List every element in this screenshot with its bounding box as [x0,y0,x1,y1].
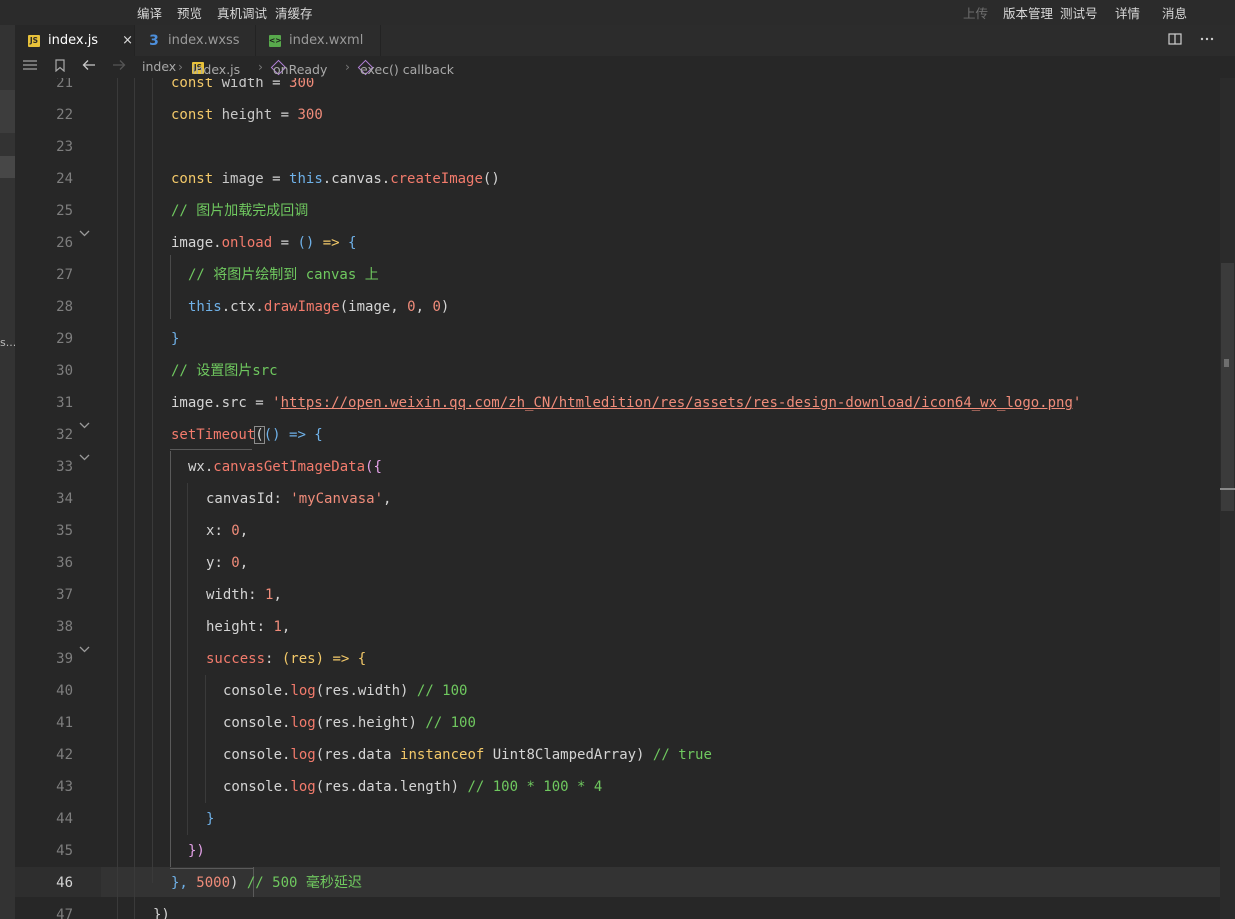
code-line-34: canvasId: 'myCanvasa', [206,491,392,507]
code-line-36: y: 0, [206,555,249,571]
line-number: 37 [56,587,73,603]
code-line-28: this.ctx.drawImage(image, 0, 0) [188,299,450,315]
line-number-gutter: 21 22 23 24 25 26 27 28 29 30 31 32 33 34 35 36 37 38 39 40… [15,78,100,919]
line-number: 32 [56,427,73,443]
code-line-37: width: 1, [206,587,282,603]
list-icon[interactable] [23,59,37,74]
code-line-42: console.log(res.data instanceof Uint8Cla… [223,747,712,763]
preview-menu[interactable]: 预览 [177,3,202,22]
code-editor[interactable]: 21 22 23 24 25 26 27 28 29 30 31 32 33 34 35 36 37 38 39 40… [15,78,1235,919]
line-number: 41 [56,715,73,731]
css-file-icon: 3 [149,32,159,49]
code-line-38: height: 1, [206,619,291,635]
tab-label: index.wxml [289,33,364,48]
breadcrumb: index › JS index.js › onReady › exec() ca… [15,56,1235,78]
line-number: 21 [56,78,73,91]
code-line-43: console.log(res.data.length) // 100 * 10… [223,779,603,795]
js-file-icon: JS [28,34,40,47]
top-menu-bar: 编译 预览 真机调试 清缓存 上传 版本管理 测试号 详情 消息 [0,0,1235,25]
remote-debug-menu[interactable]: 真机调试 [217,3,267,22]
code-line-22: const height = 300 [171,107,323,123]
wxml-file-icon: <> [269,34,282,47]
split-editor-icon[interactable] [1168,32,1182,50]
line-number: 40 [56,683,73,699]
details-menu[interactable]: 详情 [1115,3,1140,22]
line-number: 45 [56,843,73,859]
line-number: 25 [56,203,73,219]
code-line-33: wx.canvasGetImageData({ [188,459,382,475]
code-line-46: }, 5000) // 500 毫秒延迟 [171,875,362,891]
forward-icon[interactable] [112,59,126,74]
messages-menu[interactable]: 消息 [1162,3,1187,22]
vertical-scrollbar[interactable] [1220,78,1235,919]
chevron-right-icon: › [258,59,263,74]
line-number: 46 [56,875,73,891]
line-number: 23 [56,139,73,155]
chevron-right-icon: › [345,59,350,74]
code-line-47: }) [153,907,170,919]
line-number: 24 [56,171,73,187]
bookmark-icon[interactable] [54,59,66,75]
code-line-21: const width = 300 [171,78,315,91]
more-actions-icon[interactable] [1200,32,1214,50]
line-number: 35 [56,523,73,539]
code-line-35: x: 0, [206,523,249,539]
explorer-item-text: s... [0,336,17,349]
code-line-44: } [206,811,215,827]
version-manage-menu[interactable]: 版本管理 [1003,3,1053,22]
code-line-39: success: (res) => { [206,651,367,667]
line-number: 47 [56,907,73,919]
tab-label: index.js [48,33,99,48]
chevron-right-icon: › [178,59,183,74]
line-number: 26 [56,235,73,251]
line-number: 36 [56,555,73,571]
fold-chevron-icon[interactable] [79,643,93,659]
code-line-30: // 设置图片src [171,363,278,379]
tab-label: index.wxss [168,33,240,48]
url-link[interactable]: https://open.weixin.qq.com/zh_CN/htmledi… [281,395,1073,411]
code-line-31: image.src = 'https://open.weixin.qq.com/… [171,395,1082,411]
line-number: 28 [56,299,73,315]
upload-menu[interactable]: 上传 [963,3,988,22]
line-number: 34 [56,491,73,507]
test-account-menu[interactable]: 测试号 [1060,3,1098,22]
line-number: 43 [56,779,73,795]
line-number: 22 [56,107,73,123]
code-line-45: }) [188,843,205,859]
tab-index-js[interactable]: JS index.js × [15,25,135,56]
fold-chevron-icon[interactable] [79,451,93,467]
line-number: 33 [56,459,73,475]
line-number: 38 [56,619,73,635]
code-line-32: setTimeout(() => { [171,426,323,444]
code-line-29: } [171,331,180,347]
close-icon[interactable]: × [122,33,133,48]
line-number: 44 [56,811,73,827]
code-line-24: const image = this.canvas.createImage() [171,171,500,187]
compile-menu[interactable]: 编译 [137,3,162,22]
breadcrumb-folder[interactable]: index [142,59,176,74]
tab-index-wxss[interactable]: 3 index.wxss [135,25,256,56]
line-number: 42 [56,747,73,763]
clear-cache-menu[interactable]: 清缓存 [275,3,313,22]
code-line-27: // 将图片绘制到 canvas 上 [188,267,379,283]
code-line-40: console.log(res.width) // 100 [223,683,468,699]
tab-index-wxml[interactable]: <> index.wxml [256,25,381,56]
fold-chevron-icon[interactable] [79,419,93,435]
line-number: 30 [56,363,73,379]
line-number: 39 [56,651,73,667]
code-line-26: image.onload = () => { [171,235,357,251]
line-number: 31 [56,395,73,411]
back-icon[interactable] [82,59,96,74]
editor-tab-bar: JS index.js × 3 index.wxss <> index.wxml [0,25,1235,56]
code-line-25: // 图片加载完成回调 [171,203,309,219]
code-area[interactable]: const width = 300 const height = 300 con… [101,78,1221,919]
code-line-41: console.log(res.height) // 100 [223,715,476,731]
line-number: 29 [56,331,73,347]
scrollbar-thumb[interactable] [1221,263,1234,511]
line-number: 27 [56,267,73,283]
explorer-edge: s... [0,25,17,919]
fold-chevron-icon[interactable] [79,227,93,243]
